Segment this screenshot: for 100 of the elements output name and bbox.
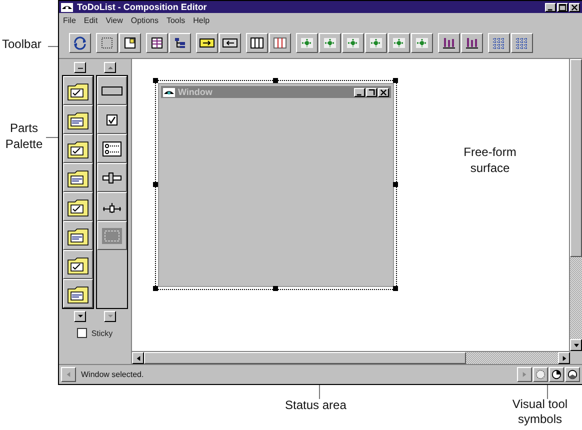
toolbar-button[interactable]: [488, 33, 510, 53]
arrow-left-icon: [222, 36, 238, 50]
resize-handle[interactable]: [153, 182, 158, 187]
toolbar-button[interactable]: [296, 33, 318, 53]
tree-icon: [172, 36, 188, 50]
palette-item[interactable]: [97, 134, 127, 163]
palette-item[interactable]: [63, 221, 93, 250]
resize-handle[interactable]: [153, 286, 158, 291]
scroll-right-button[interactable]: [558, 352, 570, 364]
resize-handle[interactable]: [393, 286, 398, 291]
left-arrow-icon: [136, 354, 140, 362]
scroll-left-button[interactable]: [132, 352, 144, 364]
tool-symbol-button[interactable]: [565, 367, 580, 382]
palette-item[interactable]: [97, 192, 127, 221]
checkbox-label: Sticky: [91, 328, 113, 338]
toolbar-button[interactable]: [411, 33, 433, 53]
toolbar-button[interactable]: [342, 33, 364, 53]
scroll-up-button[interactable]: [74, 62, 86, 73]
close-button[interactable]: [378, 88, 389, 96]
leader-line: [46, 137, 58, 138]
toolbar-button[interactable]: [69, 33, 91, 53]
folder-icon: [67, 138, 89, 158]
resize-handle[interactable]: [153, 78, 158, 83]
palette-item[interactable]: [63, 105, 93, 134]
toolbar-button[interactable]: [461, 33, 483, 53]
maximize-button[interactable]: [366, 88, 377, 96]
vertical-scrollbar[interactable]: [569, 59, 582, 351]
menu-item[interactable]: Tools: [166, 16, 186, 25]
toolbar-button[interactable]: [96, 33, 118, 53]
callout-label: Parts Palette: [4, 120, 44, 152]
maximize-icon: [559, 4, 566, 10]
callout-label: Visual tool symbols: [511, 397, 569, 427]
toolbar-button[interactable]: [246, 33, 268, 53]
palette-item[interactable]: [97, 76, 127, 105]
folder-icon: [67, 284, 89, 304]
menu-item[interactable]: Help: [193, 16, 210, 25]
status-button[interactable]: [517, 367, 532, 382]
align-icon: [322, 36, 338, 50]
tool-symbol-button[interactable]: [533, 367, 548, 382]
window-title: Window: [178, 87, 214, 97]
palette-item[interactable]: [97, 221, 127, 250]
resize-handle[interactable]: [273, 78, 278, 83]
palette-item[interactable]: [63, 279, 93, 308]
align-icon: [391, 36, 407, 50]
menu-item[interactable]: Options: [130, 16, 158, 25]
bars-icon: [464, 36, 480, 50]
toolbar-button[interactable]: [438, 33, 460, 53]
maximize-button[interactable]: [557, 2, 568, 12]
menu-item[interactable]: File: [63, 16, 76, 25]
status-text: Window selected.: [81, 370, 145, 379]
toolbar-button[interactable]: [511, 33, 533, 53]
palette-item[interactable]: [63, 134, 93, 163]
toolbar-button[interactable]: [365, 33, 387, 53]
palette-item[interactable]: [63, 192, 93, 221]
palette-item[interactable]: [97, 105, 127, 134]
grid-icon: [514, 36, 530, 50]
palette-item[interactable]: [97, 163, 127, 192]
toolbar-button[interactable]: [269, 33, 291, 53]
scroll-down-button[interactable]: [74, 311, 86, 322]
toolbar-button[interactable]: [219, 33, 241, 53]
toolbar-button[interactable]: [196, 33, 218, 53]
palette-item[interactable]: [63, 163, 93, 192]
pie-icon: [567, 369, 578, 380]
toolbar-button[interactable]: [319, 33, 341, 53]
tool-symbol-button[interactable]: [549, 367, 564, 382]
folder-icon: [67, 110, 89, 130]
align-icon: [368, 36, 384, 50]
folder-icon: [67, 80, 89, 100]
menu-item[interactable]: View: [106, 16, 123, 25]
callout-label: Toolbar: [2, 36, 42, 52]
toolbar-button[interactable]: [388, 33, 410, 53]
resize-handle[interactable]: [273, 286, 278, 291]
left-arrow-icon: [66, 371, 71, 378]
eye-icon: [61, 2, 73, 12]
close-icon: [380, 88, 387, 96]
scroll-up-button[interactable]: [104, 62, 116, 73]
status-button[interactable]: [61, 367, 76, 382]
folder-icon: [67, 196, 89, 216]
leader-line: [319, 385, 320, 399]
resize-handle[interactable]: [393, 182, 398, 187]
up-arrow-icon: [106, 65, 114, 70]
dashed-frame-part-icon: [101, 226, 123, 246]
minimize-button[interactable]: [545, 2, 556, 12]
palette-item[interactable]: [63, 76, 93, 105]
minimize-button[interactable]: [354, 88, 365, 96]
table-icon: [149, 36, 165, 50]
align-icon: [414, 36, 430, 50]
scroll-down-button[interactable]: [104, 311, 116, 322]
toolbar-button[interactable]: [119, 33, 141, 53]
sticky-checkbox[interactable]: [77, 328, 88, 338]
arrow-right-icon: [199, 36, 215, 50]
scroll-down-button[interactable]: [570, 339, 582, 351]
horizontal-scrollbar[interactable]: [132, 351, 570, 364]
resize-handle[interactable]: [393, 78, 398, 83]
close-button[interactable]: [569, 2, 580, 12]
dotted-square-icon: [99, 36, 115, 50]
toolbar-button[interactable]: [169, 33, 191, 53]
palette-item[interactable]: [63, 250, 93, 279]
menu-item[interactable]: Edit: [84, 16, 98, 25]
toolbar-button[interactable]: [146, 33, 168, 53]
